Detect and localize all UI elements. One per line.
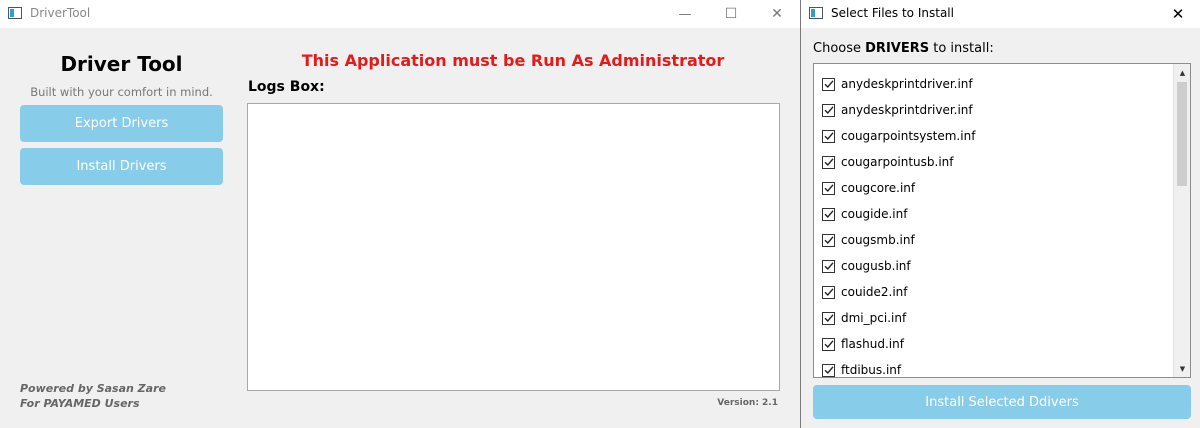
checkbox[interactable]: [822, 363, 835, 377]
checkmark-icon: [824, 366, 834, 375]
dialog-titlebar[interactable]: Select Files to Install ✕: [801, 0, 1200, 28]
dialog-title: Select Files to Install: [831, 6, 954, 20]
driver-list-item-label: anydeskprintdriver.inf: [841, 77, 973, 91]
driver-list-item[interactable]: couide2.inf: [822, 282, 908, 302]
checkmark-icon: [824, 106, 834, 115]
main-window-title: DriverTool: [30, 6, 91, 20]
checkbox[interactable]: [822, 233, 835, 247]
app-subtitle: Built with your comfort in mind.: [30, 85, 213, 99]
checkmark-icon: [824, 340, 834, 349]
checkbox[interactable]: [822, 337, 835, 351]
driver-list-item[interactable]: dmi_pci.inf: [822, 308, 906, 328]
vertical-scrollbar[interactable]: ▲ ▼: [1173, 64, 1190, 377]
driver-list-item-label: dmi_pci.inf: [841, 311, 907, 325]
checkbox[interactable]: [822, 311, 835, 325]
scroll-thumb[interactable]: [1177, 82, 1187, 186]
checkbox[interactable]: [822, 207, 835, 221]
driver-list-item[interactable]: cougcore.inf: [822, 178, 915, 198]
logs-box[interactable]: [247, 103, 780, 391]
checkbox[interactable]: [822, 259, 835, 273]
main-titlebar[interactable]: DriverTool — ☐ ✕: [0, 0, 800, 28]
minimize-button[interactable]: —: [662, 0, 708, 28]
export-drivers-button[interactable]: Export Drivers: [20, 105, 223, 142]
choose-suffix: to install:: [929, 41, 994, 56]
driver-list-item-label: cougcore.inf: [841, 181, 916, 195]
maximize-button[interactable]: ☐: [708, 0, 754, 28]
driver-list-item[interactable]: cougarpointusb.inf: [822, 152, 954, 172]
checkmark-icon: [824, 132, 834, 141]
checkbox[interactable]: [822, 103, 835, 117]
choose-prefix: Choose: [813, 41, 866, 56]
driver-list-item[interactable]: cougusb.inf: [822, 256, 911, 276]
checkmark-icon: [824, 288, 834, 297]
choose-drivers-label: Choose DRIVERS to install:: [813, 41, 994, 56]
driver-list-item-label: cougarpointusb.inf: [841, 155, 954, 169]
checkbox[interactable]: [822, 285, 835, 299]
checkbox[interactable]: [822, 181, 835, 195]
dialog-window-icon: [809, 7, 823, 19]
checkmark-icon: [824, 314, 834, 323]
driver-list-item-label: cougarpointsystem.inf: [841, 129, 976, 143]
driver-list-item[interactable]: cougide.inf: [822, 204, 907, 224]
select-files-dialog: Select Files to Install ✕ Choose DRIVERS…: [800, 0, 1200, 428]
app-window-icon: [8, 7, 22, 19]
checkmark-icon: [824, 210, 834, 219]
checkmark-icon: [824, 236, 834, 245]
checkbox[interactable]: [822, 155, 835, 169]
driver-list-item[interactable]: ftdibus.inf: [822, 360, 902, 377]
choose-bold: DRIVERS: [865, 41, 930, 56]
scroll-up-arrow-icon[interactable]: ▲: [1174, 64, 1190, 81]
driver-list-item[interactable]: cougarpointsystem.inf: [822, 126, 975, 146]
checkmark-icon: [824, 262, 834, 271]
driver-list-item-label: ftdibus.inf: [841, 363, 902, 377]
driver-list-item-label: anydeskprintdriver.inf: [841, 103, 973, 117]
app-title: Driver Tool: [60, 52, 183, 76]
checkmark-icon: [824, 80, 834, 89]
driver-list[interactable]: anydeskprintdriver.inf anydeskprintdriver…: [813, 63, 1191, 378]
main-window: DriverTool — ☐ ✕ Driver Tool Built with …: [0, 0, 800, 428]
checkmark-icon: [824, 158, 834, 167]
driver-list-item[interactable]: flashud.inf: [822, 334, 904, 354]
logs-label: Logs Box:: [248, 79, 325, 95]
checkmark-icon: [824, 184, 834, 193]
checkbox[interactable]: [822, 77, 835, 91]
driver-list-item-label: cougusb.inf: [841, 259, 911, 273]
credits-line-1: Powered by Sasan Zare: [20, 382, 166, 395]
driver-list-item-label: cougsmb.inf: [841, 233, 915, 247]
driver-list-item-label: couide2.inf: [841, 285, 908, 299]
driver-list-item-label: flashud.inf: [841, 337, 904, 351]
scroll-down-arrow-icon[interactable]: ▼: [1174, 360, 1190, 377]
driver-list-item-label: cougide.inf: [841, 207, 908, 221]
dialog-close-button[interactable]: ✕: [1155, 0, 1200, 28]
install-drivers-button[interactable]: Install Drivers: [20, 148, 223, 185]
driver-list-item[interactable]: anydeskprintdriver.inf: [822, 74, 973, 94]
checkbox[interactable]: [822, 129, 835, 143]
version-label: Version: 2.1: [717, 398, 778, 408]
install-selected-button[interactable]: Install Selected Ddivers: [813, 385, 1191, 419]
driver-list-item[interactable]: cougsmb.inf: [822, 230, 915, 250]
credits-line-2: For PAYAMED Users: [20, 397, 140, 410]
credits: Powered by Sasan Zare For PAYAMED Users: [20, 381, 166, 411]
close-button[interactable]: ✕: [754, 0, 800, 28]
driver-list-item[interactable]: anydeskprintdriver.inf: [822, 100, 973, 120]
admin-warning: This Application must be Run As Administ…: [301, 51, 725, 70]
